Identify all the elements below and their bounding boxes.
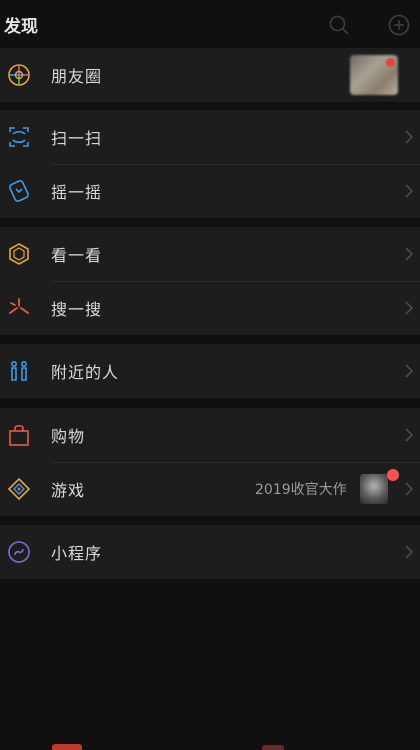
chevron-right-icon xyxy=(405,184,413,198)
menu-label-scan: 扫一扫 xyxy=(51,129,103,148)
chevron-right-icon xyxy=(405,130,413,144)
page-title: 发现 xyxy=(4,16,38,37)
group-shopping-games: 购物 游戏 2019收官大作 xyxy=(0,408,420,516)
menu-label-shake: 摇一摇 xyxy=(51,183,103,202)
menu-label-top-stories: 看一看 xyxy=(51,246,103,265)
chevron-right-icon xyxy=(405,301,413,315)
chevron-right-icon xyxy=(405,247,413,261)
menu-item-top-stories[interactable]: 看一看 xyxy=(0,227,420,281)
top-bar: 发现 xyxy=(0,0,420,48)
plus-circle-icon[interactable] xyxy=(388,14,410,36)
chevron-right-icon xyxy=(405,428,413,442)
moments-icon xyxy=(8,64,30,86)
games-new-dot xyxy=(387,469,399,481)
menu-item-scan[interactable]: 扫一扫 xyxy=(0,110,420,164)
menu-item-people-nearby[interactable]: 附近的人 xyxy=(0,344,420,398)
mini-programs-icon xyxy=(8,541,30,563)
menu-label-shopping: 购物 xyxy=(51,427,86,446)
menu-label-mini-programs: 小程序 xyxy=(51,544,103,563)
group-stories-search: 看一看 搜一搜 xyxy=(0,227,420,335)
moments-new-dot xyxy=(386,58,395,67)
top-stories-icon xyxy=(9,243,29,265)
menu-label-people-nearby: 附近的人 xyxy=(51,363,120,382)
games-promo-text: 2019收官大作 xyxy=(255,482,347,498)
menu-item-mini-programs[interactable]: 小程序 xyxy=(0,525,420,579)
scan-icon xyxy=(9,127,29,147)
menu-item-games[interactable]: 游戏 2019收官大作 xyxy=(0,462,420,516)
group-mini-programs: 小程序 xyxy=(0,525,420,579)
games-promo-avatar xyxy=(360,474,388,504)
chevron-right-icon xyxy=(405,545,413,559)
games-icon xyxy=(7,477,31,501)
search-feature-icon xyxy=(9,298,29,314)
group-moments: 朋友圈 xyxy=(0,48,420,102)
bottom-tab-edge xyxy=(52,744,82,750)
search-icon[interactable] xyxy=(328,14,350,36)
shake-icon xyxy=(9,180,29,202)
menu-item-shake[interactable]: 摇一摇 xyxy=(0,164,420,218)
menu-item-search[interactable]: 搜一搜 xyxy=(0,281,420,335)
menu-item-moments[interactable]: 朋友圈 xyxy=(0,48,420,102)
menu-label-moments: 朋友圈 xyxy=(51,67,103,86)
menu-label-games: 游戏 xyxy=(51,481,86,500)
bottom-tab-edge xyxy=(262,745,284,750)
people-nearby-icon xyxy=(11,360,28,381)
menu-label-search: 搜一搜 xyxy=(51,300,103,319)
menu-item-shopping[interactable]: 购物 xyxy=(0,408,420,462)
chevron-right-icon xyxy=(405,364,413,378)
group-scan-shake: 扫一扫 摇一摇 xyxy=(0,110,420,218)
group-nearby: 附近的人 xyxy=(0,344,420,398)
chevron-right-icon xyxy=(405,482,413,496)
shopping-bag-icon xyxy=(9,424,29,446)
